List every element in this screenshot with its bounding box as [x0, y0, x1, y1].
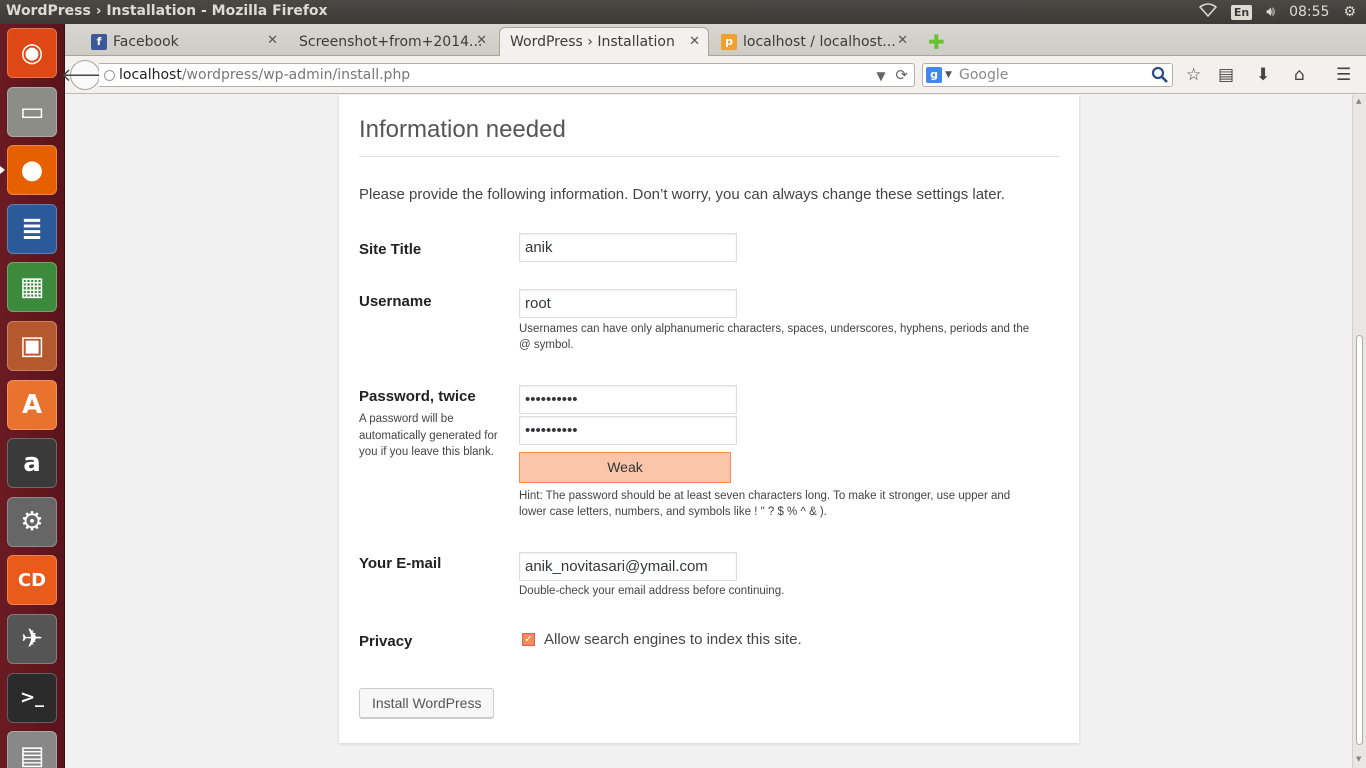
site-title-input[interactable] — [519, 233, 737, 262]
page-viewport: Information needed Please provide the fo… — [65, 95, 1352, 768]
install-form-card: Information needed Please provide the fo… — [339, 95, 1079, 743]
page-title: Information needed — [359, 116, 1059, 157]
chevron-down-icon[interactable]: ▼ — [945, 64, 952, 86]
tab-facebook[interactable]: f Facebook ✕ — [81, 27, 286, 56]
gear-icon[interactable]: ⚙ — [1343, 4, 1356, 20]
impress-icon[interactable]: ▣ — [7, 321, 57, 371]
close-icon[interactable]: ✕ — [897, 33, 908, 48]
new-tab-icon[interactable]: ✚ — [928, 30, 945, 54]
password-input-1[interactable] — [519, 385, 737, 414]
privacy-option[interactable]: ✓ Allow search engines to index this sit… — [522, 631, 802, 648]
workspaces-icon[interactable]: ▤ — [7, 731, 57, 768]
writer-icon[interactable]: ≣ — [7, 203, 57, 254]
reload-icon[interactable]: ⟳ — [895, 66, 908, 84]
scrollbar-thumb[interactable] — [1356, 335, 1363, 745]
ubuntu-dash-icon[interactable]: ◉ — [7, 28, 57, 78]
back-button[interactable]: 🡐 — [61, 60, 109, 90]
window-title: WordPress › Installation - Mozilla Firef… — [6, 3, 328, 19]
volume-icon[interactable]: 🔊︎ — [1266, 4, 1275, 20]
privacy-checkbox-label: Allow search engines to index this site. — [544, 631, 802, 648]
system-tray: En 🔊︎ 08:55 ⚙ — [1198, 0, 1356, 24]
running-indicator — [0, 166, 5, 175]
scroll-up-icon[interactable]: ▲ — [1356, 97, 1361, 105]
email-input[interactable] — [519, 552, 737, 581]
menu-icon[interactable]: ☰ — [1336, 65, 1351, 85]
calc-icon[interactable]: ▦ — [7, 262, 57, 313]
privacy-label: Privacy — [359, 633, 413, 650]
site-title-label: Site Title — [359, 241, 422, 258]
tab-phpmyadmin[interactable]: p localhost / localhost... ✕ — [711, 27, 916, 56]
wifi-icon[interactable] — [1198, 3, 1217, 21]
files-icon[interactable]: ▭ — [7, 86, 57, 137]
email-label: Your E-mail — [359, 555, 442, 572]
tab-label: WordPress › Installation — [510, 34, 675, 50]
url-path: /wordpress/wp-admin/install.php — [181, 67, 411, 83]
close-icon[interactable]: ✕ — [476, 33, 487, 48]
clock[interactable]: 08:55 — [1289, 4, 1329, 20]
username-description: Usernames can have only alphanumeric cha… — [519, 323, 1030, 351]
downloads-icon[interactable]: ⬇ — [1256, 65, 1270, 85]
url-bar[interactable]: localhost/wordpress/wp-admin/install.php… — [99, 63, 915, 87]
scroll-down-icon[interactable]: ▼ — [1356, 755, 1361, 763]
bookmark-star-icon[interactable]: ☆ — [1186, 65, 1201, 85]
facebook-icon: f — [91, 33, 107, 50]
search-bar[interactable]: g ▼ Google — [922, 63, 1173, 87]
email-description: Double-check your email address before c… — [519, 585, 785, 597]
phpmyadmin-icon: p — [721, 33, 737, 50]
amazon-icon[interactable]: a — [7, 438, 57, 489]
username-label: Username — [359, 293, 432, 310]
vertical-scrollbar[interactable]: ▲ ▼ — [1352, 95, 1366, 768]
software-center-icon[interactable]: A — [7, 379, 57, 430]
google-icon[interactable]: g — [926, 67, 942, 83]
password-strength-meter: Weak — [519, 452, 731, 483]
close-icon[interactable]: ✕ — [689, 34, 700, 49]
cd-burner-icon[interactable]: CD — [7, 555, 57, 606]
home-icon[interactable]: ⌂ — [1294, 65, 1305, 85]
close-icon[interactable]: ✕ — [267, 33, 278, 48]
search-placeholder: Google — [959, 67, 1009, 83]
launcher-app-icon[interactable]: ✈ — [7, 614, 57, 664]
username-input[interactable] — [519, 289, 737, 318]
dropdown-arrow-icon[interactable]: ▼ — [876, 69, 885, 83]
bookmarks-menu-icon[interactable]: ▤ — [1218, 65, 1234, 85]
globe-icon — [104, 70, 115, 81]
password-hint: Hint: The password should be at least se… — [519, 490, 1011, 518]
tab-label: Facebook — [113, 33, 179, 50]
url-bar-controls: ▼ ⟳ — [876, 64, 908, 87]
tab-label: Screenshot+from+2014... — [299, 33, 483, 50]
tab-wordpress-installation[interactable]: WordPress › Installation ✕ — [499, 27, 709, 56]
keyboard-layout-indicator[interactable]: En — [1230, 4, 1253, 20]
install-wordpress-button[interactable]: Install WordPress — [359, 688, 495, 718]
privacy-checkbox[interactable]: ✓ — [522, 633, 535, 646]
password-input-2[interactable] — [519, 416, 737, 445]
firefox-icon[interactable]: ● — [7, 145, 57, 196]
tab-label: localhost / localhost... — [743, 33, 896, 50]
password-label: Password, twice — [359, 388, 476, 405]
system-settings-icon[interactable]: ⚙ — [7, 496, 57, 547]
launcher: ◉ ▭ ● ≣ ▦ ▣ Aa ⚙ CD ✈ >_ ▤ — [0, 24, 65, 768]
intro-text: Please provide the following information… — [359, 186, 1005, 203]
navigation-bar: 🡐 localhost/wordpress/wp-admin/install.p… — [61, 57, 1366, 94]
tab-screenshot[interactable]: Screenshot+from+2014... ✕ — [289, 27, 495, 56]
top-panel: WordPress › Installation - Mozilla Firef… — [0, 0, 1366, 24]
search-icon[interactable] — [1151, 66, 1169, 84]
terminal-icon[interactable]: >_ — [7, 672, 57, 723]
tab-bar: f Facebook ✕ Screenshot+from+2014... ✕ W… — [65, 24, 1366, 56]
url-host: localhost — [119, 67, 182, 83]
password-side-description: A password will be automatically generat… — [359, 413, 498, 458]
